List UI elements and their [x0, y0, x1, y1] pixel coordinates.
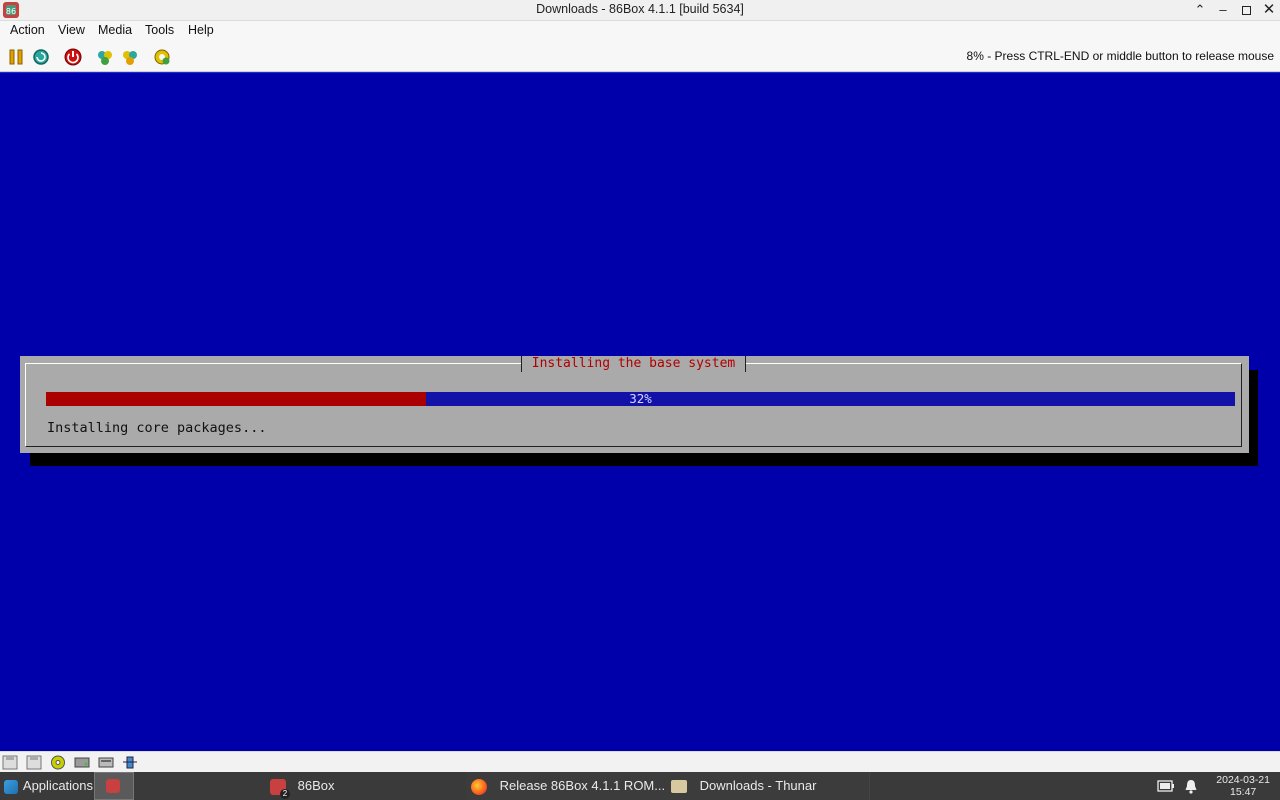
- applications-label: Applications: [22, 778, 94, 793]
- task-firefox[interactable]: Release 86Box 4.1.1 ROM...: [466, 772, 670, 800]
- menu-action[interactable]: Action: [10, 23, 45, 37]
- ctrl-alt-esc-icon[interactable]: [119, 46, 141, 68]
- menu-tools[interactable]: Tools: [145, 23, 174, 37]
- menu-media[interactable]: Media: [98, 23, 132, 37]
- applications-icon: [4, 779, 18, 794]
- pause-icon[interactable]: [5, 46, 27, 68]
- dialog-title: Installing the base system: [520, 356, 747, 372]
- toolbar: 8% - Press CTRL-END or middle button to …: [0, 41, 1280, 72]
- applications-menu[interactable]: Applications: [0, 772, 96, 800]
- 86box-thumb-icon: [106, 779, 120, 793]
- dialog-frame: Installing the base system 32% Installin…: [25, 356, 1242, 447]
- network-icon[interactable]: [122, 755, 138, 770]
- ctrl-alt-del-icon[interactable]: [94, 46, 116, 68]
- floppy-2-icon[interactable]: [26, 755, 42, 770]
- menu-view[interactable]: View: [58, 23, 85, 37]
- progress-label: 32%: [629, 391, 652, 406]
- maximize-up-icon[interactable]: ⌃: [1190, 1, 1210, 19]
- 86box-task-label: 86Box: [297, 778, 335, 793]
- desktop-taskbar: Applications 2 86Box Release 86Box 4.1.1…: [0, 772, 1280, 800]
- floppy-icon[interactable]: [2, 755, 18, 770]
- folder-icon: [671, 780, 687, 794]
- hdd-icon[interactable]: [74, 755, 90, 770]
- reset-icon[interactable]: [30, 46, 52, 68]
- task-86box[interactable]: 2 86Box: [262, 772, 470, 800]
- task-thunar[interactable]: Downloads - Thunar: [666, 772, 870, 800]
- progress-message: Installing core packages...: [47, 420, 267, 436]
- clock[interactable]: 2024-03-21 15:47: [1216, 774, 1270, 798]
- 86box-task-icon: 2: [270, 778, 290, 799]
- emulator-statusbar: [0, 751, 1280, 773]
- menu-help[interactable]: Help: [188, 23, 214, 37]
- mouse-capture-status: 8% - Press CTRL-END or middle button to …: [966, 49, 1274, 63]
- power-icon[interactable]: [62, 46, 84, 68]
- installer-dialog: Installing the base system 32% Installin…: [20, 356, 1249, 453]
- dialog-title-bar: Installing the base system: [26, 356, 1241, 379]
- clock-time: 15:47: [1230, 786, 1257, 798]
- cdrom-icon[interactable]: [50, 755, 66, 770]
- progress-bar: 32%: [46, 391, 1235, 406]
- close-button[interactable]: ✕: [1259, 1, 1279, 19]
- thunar-task-label: Downloads - Thunar: [699, 778, 817, 793]
- 86box-window-count-badge: 2: [280, 788, 290, 799]
- restore-button[interactable]: [1236, 1, 1256, 19]
- firefox-task-label: Release 86Box 4.1.1 ROM...: [499, 778, 666, 793]
- menubar: Action View Media Tools Help: [0, 21, 1280, 41]
- window-title: Downloads - 86Box 4.1.1 [build 5634]: [536, 2, 744, 16]
- notifications-icon[interactable]: [1184, 779, 1198, 794]
- settings-icon[interactable]: [151, 46, 173, 68]
- window-titlebar[interactable]: 86 Downloads - 86Box 4.1.1 [build 5634] …: [0, 0, 1280, 21]
- minimize-button[interactable]: –: [1213, 1, 1233, 19]
- workspace-86box-thumb[interactable]: [94, 772, 134, 800]
- clock-date: 2024-03-21: [1216, 774, 1270, 786]
- firefox-icon: [471, 778, 487, 795]
- battery-icon[interactable]: [1157, 780, 1175, 792]
- keyboard-icon[interactable]: [98, 755, 114, 770]
